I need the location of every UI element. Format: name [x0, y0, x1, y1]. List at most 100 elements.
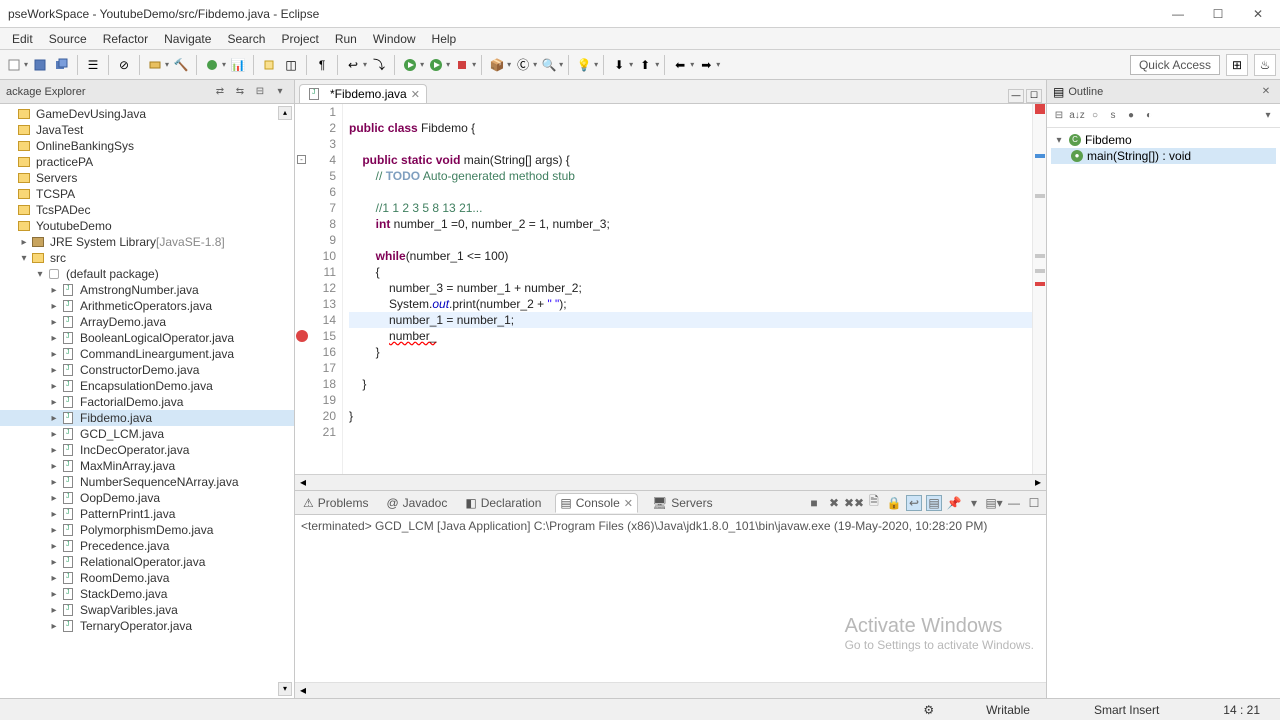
console-horizontal-scrollbar[interactable]: ◂	[295, 682, 1046, 698]
java-file-item[interactable]: ▸Precedence.java	[0, 538, 294, 554]
toggle-block-button[interactable]: ◫	[281, 55, 301, 75]
outline-hide-nonpublic-icon[interactable]: ●	[1123, 108, 1139, 124]
java-file-item[interactable]: ▸OopDemo.java	[0, 490, 294, 506]
outline-focus-icon[interactable]: ⊟	[1051, 108, 1067, 124]
run-last-button[interactable]	[426, 55, 446, 75]
outline-hide-static-icon[interactable]: s	[1105, 108, 1121, 124]
tab-declaration[interactable]: ◧Declaration	[461, 494, 545, 512]
editor-maximize-icon[interactable]: ☐	[1026, 89, 1042, 103]
java-file-item[interactable]: ▸CommandLineargument.java	[0, 346, 294, 362]
outline-method-item[interactable]: ● main(String[]) : void	[1051, 148, 1276, 164]
java-file-item[interactable]: ▸BooleanLogicalOperator.java	[0, 330, 294, 346]
java-file-item[interactable]: ▸IncDecOperator.java	[0, 442, 294, 458]
java-file-item[interactable]: ▸TernaryOperator.java	[0, 618, 294, 634]
annotation-ruler[interactable]: -	[295, 104, 309, 474]
java-file-item[interactable]: ▸ArrayDemo.java	[0, 314, 294, 330]
next-annotation-button[interactable]: ⤵	[369, 55, 389, 75]
java-file-item[interactable]: ▸RelationalOperator.java	[0, 554, 294, 570]
code-area[interactable]: public class Fibdemo { public static voi…	[343, 104, 1032, 474]
console-output[interactable]: <terminated> GCD_LCM [Java Application] …	[295, 515, 1046, 682]
java-perspective-button[interactable]: ♨	[1254, 54, 1276, 76]
package-tree[interactable]: ▴ GameDevUsingJavaJavaTestOnlineBankingS…	[0, 104, 294, 698]
project-item[interactable]: TcsPADec	[0, 202, 294, 218]
new-button[interactable]	[4, 55, 24, 75]
focus-icon[interactable]: ⊟	[252, 84, 268, 100]
menu-edit[interactable]: Edit	[4, 30, 41, 48]
console-pin-icon[interactable]: 📌	[946, 495, 962, 511]
close-button[interactable]: ✕	[1244, 4, 1272, 24]
quick-access-field[interactable]: Quick Access	[1130, 55, 1220, 75]
java-file-item[interactable]: ▸FactorialDemo.java	[0, 394, 294, 410]
outline-class-item[interactable]: ▾ C Fibdemo	[1051, 132, 1276, 148]
link-editor-icon[interactable]: ⇆	[232, 84, 248, 100]
outline-view-menu-icon[interactable]: ▾	[1260, 108, 1276, 124]
console-remove-all-icon[interactable]: ✖✖	[846, 495, 862, 511]
java-file-item[interactable]: ▸AmstrongNumber.java	[0, 282, 294, 298]
console-remove-icon[interactable]: ✖	[826, 495, 842, 511]
run-dropdown[interactable]: ▾	[420, 60, 424, 69]
project-item[interactable]: JavaTest	[0, 122, 294, 138]
menu-window[interactable]: Window	[365, 30, 424, 48]
show-whitespace-button[interactable]: ¶	[312, 55, 332, 75]
java-file-item[interactable]: ▸ConstructorDemo.java	[0, 362, 294, 378]
menu-search[interactable]: Search	[219, 30, 273, 48]
minimize-button[interactable]: —	[1164, 4, 1192, 24]
tab-console[interactable]: ▤Console✕	[555, 493, 638, 513]
java-file-item[interactable]: ▸MaxMinArray.java	[0, 458, 294, 474]
menu-project[interactable]: Project	[273, 30, 326, 48]
status-cursor-pos[interactable]: 14 : 21	[1211, 703, 1272, 717]
menu-navigate[interactable]: Navigate	[156, 30, 219, 48]
java-file-item[interactable]: ▸PolymorphismDemo.java	[0, 522, 294, 538]
project-item[interactable]: TCSPA	[0, 186, 294, 202]
tab-javadoc[interactable]: @Javadoc	[382, 494, 451, 512]
console-tab-close[interactable]: ✕	[624, 497, 633, 510]
editor-body[interactable]: - 123456789101112131415161718192021 publ…	[295, 104, 1046, 474]
menu-refactor[interactable]: Refactor	[95, 30, 156, 48]
outline-sort-icon[interactable]: a↓z	[1069, 108, 1085, 124]
new-package-button[interactable]: 📦	[487, 55, 507, 75]
menu-source[interactable]: Source	[41, 30, 95, 48]
last-edit-button[interactable]: ↩	[343, 55, 363, 75]
console-minimize-icon[interactable]: ―	[1006, 495, 1022, 511]
prev-button[interactable]: ⬆	[635, 55, 655, 75]
run-button[interactable]	[400, 55, 420, 75]
new-class-button[interactable]: Ⓒ	[513, 55, 533, 75]
status-writable[interactable]: Writable	[974, 703, 1042, 717]
console-scroll-lock-icon[interactable]: 🔒	[886, 495, 902, 511]
skip-breakpoints-button[interactable]: ⊘	[114, 55, 134, 75]
java-file-item[interactable]: ▸NumberSequenceNArray.java	[0, 474, 294, 490]
default-package-item[interactable]: ▾(default package)	[0, 266, 294, 282]
coverage-button[interactable]: 📊	[228, 55, 248, 75]
fold-toggle-icon[interactable]: -	[297, 155, 306, 164]
java-file-item[interactable]: ▸StackDemo.java	[0, 586, 294, 602]
next-button[interactable]: ⬇	[609, 55, 629, 75]
project-item[interactable]: YoutubeDemo	[0, 218, 294, 234]
jre-library-item[interactable]: ▸JRE System Library [JavaSE-1.8]	[0, 234, 294, 250]
back-button[interactable]: ⬅	[670, 55, 690, 75]
overview-error-mark[interactable]	[1035, 282, 1045, 286]
outline-close-icon[interactable]: ✕	[1258, 84, 1274, 100]
menu-run[interactable]: Run	[327, 30, 365, 48]
java-file-item[interactable]: ▸GCD_LCM.java	[0, 426, 294, 442]
open-task-button[interactable]: 💡	[574, 55, 594, 75]
overview-ruler[interactable]	[1032, 104, 1046, 474]
console-clear-icon[interactable]: 🗎	[866, 495, 882, 511]
editor-horizontal-scrollbar[interactable]: ◂▸	[295, 474, 1046, 490]
toggle-mark-button[interactable]	[259, 55, 279, 75]
view-menu-icon[interactable]: ▾	[272, 84, 288, 100]
new-server-button[interactable]	[145, 55, 165, 75]
status-launch-icon[interactable]: ⚙	[923, 703, 934, 717]
menu-help[interactable]: Help	[424, 30, 465, 48]
open-type-button[interactable]: ☰	[83, 55, 103, 75]
error-annotation-icon[interactable]	[296, 330, 308, 342]
project-item[interactable]: OnlineBankingSys	[0, 138, 294, 154]
editor-minimize-icon[interactable]: ―	[1008, 89, 1024, 103]
java-file-item[interactable]: ▸PatternPrint1.java	[0, 506, 294, 522]
save-all-button[interactable]	[52, 55, 72, 75]
external-tools-button[interactable]	[452, 55, 472, 75]
collapse-icon[interactable]: ⇄	[212, 84, 228, 100]
editor-tab-fibdemo[interactable]: *Fibdemo.java ✕	[299, 84, 427, 103]
tab-problems[interactable]: ⚠Problems	[299, 494, 372, 512]
overview-task-mark[interactable]	[1035, 154, 1045, 158]
open-perspective-button[interactable]: ⊞	[1226, 54, 1248, 76]
